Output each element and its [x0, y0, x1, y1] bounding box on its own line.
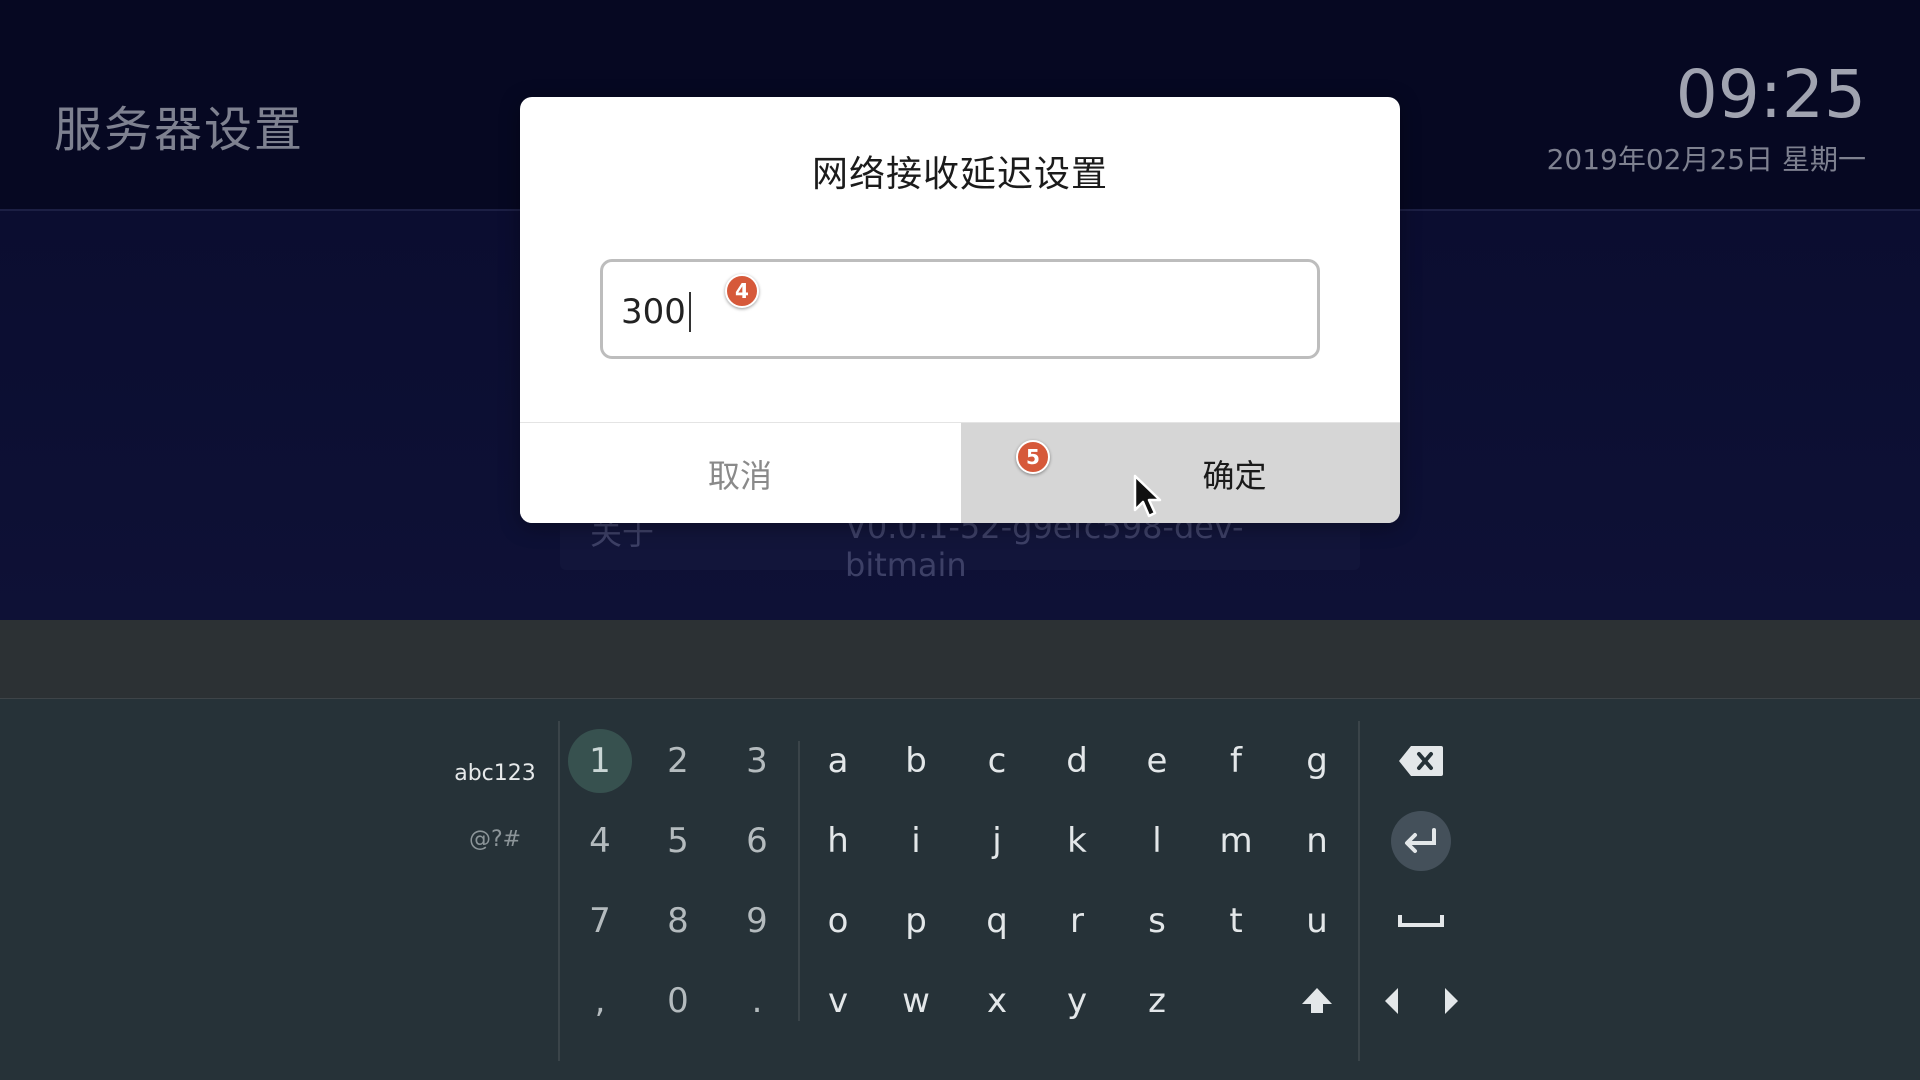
cancel-button[interactable]: 取消 — [520, 423, 960, 523]
shift-key[interactable] — [1287, 971, 1347, 1031]
key-v[interactable]: v — [806, 969, 870, 1033]
backspace-icon — [1399, 746, 1443, 776]
backspace-key[interactable] — [1391, 731, 1451, 791]
page-title: 服务器设置 — [54, 102, 305, 158]
key-c[interactable]: c — [965, 729, 1029, 793]
cursor-left-key[interactable] — [1362, 971, 1422, 1031]
key-b[interactable]: b — [884, 729, 948, 793]
key-4[interactable]: 4 — [568, 809, 632, 873]
key-u[interactable]: u — [1285, 889, 1349, 953]
key-n[interactable]: n — [1285, 809, 1349, 873]
mode-abc123-key[interactable]: abc123 — [435, 761, 555, 786]
key-8[interactable]: 8 — [646, 889, 710, 953]
dialog-title: 网络接收延迟设置 — [811, 154, 1108, 195]
cursor-right-icon — [1445, 988, 1458, 1014]
date: 2019年02月25日 星期一 — [1546, 143, 1866, 176]
network-delay-dialog: 网络接收延迟设置 300 取消 确定 — [520, 97, 1400, 523]
key-k[interactable]: k — [1045, 809, 1109, 873]
key-e[interactable]: e — [1125, 729, 1189, 793]
keyboard-divider — [1358, 721, 1360, 1061]
cancel-button-label: 取消 — [707, 456, 772, 495]
confirm-button-label: 确定 — [1202, 456, 1267, 495]
key-comma[interactable]: , — [568, 969, 632, 1033]
mouse-pointer-icon — [1133, 474, 1162, 518]
space-key[interactable] — [1391, 891, 1451, 951]
mode-symbols-key[interactable]: @?# — [435, 827, 555, 852]
key-7[interactable]: 7 — [568, 889, 632, 953]
key-1[interactable]: 1 — [568, 729, 632, 793]
key-z[interactable]: z — [1125, 969, 1189, 1033]
key-i[interactable]: i — [884, 809, 948, 873]
key-d[interactable]: d — [1045, 729, 1109, 793]
shift-icon — [1302, 988, 1332, 1013]
cursor-left-icon — [1385, 988, 1398, 1014]
dialog-footer: 取消 确定 — [520, 422, 1400, 523]
delay-input-value: 300 — [621, 292, 691, 332]
key-2[interactable]: 2 — [646, 729, 710, 793]
key-9[interactable]: 9 — [725, 889, 789, 953]
key-s[interactable]: s — [1125, 889, 1189, 953]
key-a[interactable]: a — [806, 729, 870, 793]
enter-icon — [1405, 828, 1436, 853]
keyboard-divider — [558, 721, 560, 1061]
key-period[interactable]: . — [725, 969, 789, 1033]
key-f[interactable]: f — [1204, 729, 1268, 793]
key-g[interactable]: g — [1285, 729, 1349, 793]
key-x[interactable]: x — [965, 969, 1029, 1033]
key-y[interactable]: y — [1045, 969, 1109, 1033]
enter-key[interactable] — [1391, 811, 1451, 871]
key-p[interactable]: p — [884, 889, 948, 953]
keyboard-candidate-bar — [0, 620, 1920, 699]
key-r[interactable]: r — [1045, 889, 1109, 953]
on-screen-keyboard: abc123 @?# 1 2 3 4 5 6 7 8 9 , 0 . a b c… — [0, 699, 1920, 1080]
key-q[interactable]: q — [965, 889, 1029, 953]
key-w[interactable]: w — [884, 969, 948, 1033]
key-5[interactable]: 5 — [646, 809, 710, 873]
key-l[interactable]: l — [1125, 809, 1189, 873]
cursor-right-key[interactable] — [1421, 971, 1481, 1031]
keyboard-divider — [798, 741, 800, 1021]
key-m[interactable]: m — [1204, 809, 1268, 873]
step-marker-5: 5 — [1016, 440, 1050, 474]
delay-input[interactable]: 300 — [600, 259, 1320, 359]
key-3[interactable]: 3 — [725, 729, 789, 793]
key-h[interactable]: h — [806, 809, 870, 873]
space-icon — [1398, 915, 1444, 927]
key-t[interactable]: t — [1204, 889, 1268, 953]
key-j[interactable]: j — [965, 809, 1029, 873]
key-0[interactable]: 0 — [646, 969, 710, 1033]
key-o[interactable]: o — [806, 889, 870, 953]
key-6[interactable]: 6 — [725, 809, 789, 873]
clock: 09:25 — [1675, 56, 1866, 133]
step-marker-4: 4 — [725, 274, 759, 308]
